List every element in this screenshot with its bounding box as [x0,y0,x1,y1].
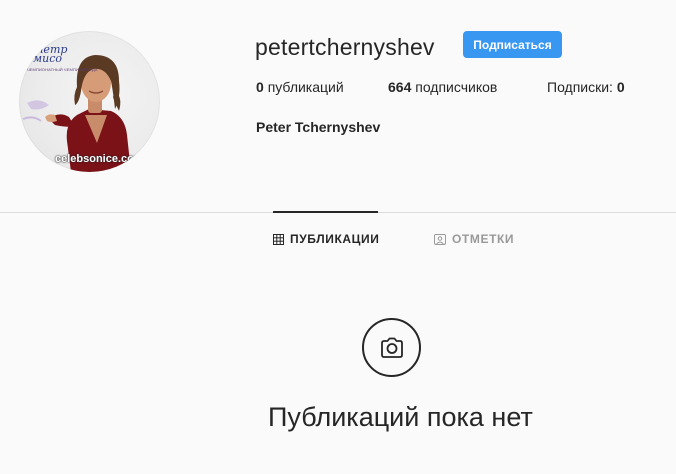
stat-following-count: 0 [616,79,625,95]
tab-posts-label: ПУБЛИКАЦИИ [290,232,380,246]
avatar-subtitle-text: ЧЕМПИОНАТНЫЙ ЧЕМПИОН СЕДА [27,67,98,72]
follow-button[interactable]: Подписаться [463,31,562,58]
tab-posts[interactable]: ПУБЛИКАЦИИ [273,232,379,246]
stat-followers-count: 664 [388,79,412,95]
tab-tagged-label: ОТМЕТКИ [452,232,515,246]
camera-icon [380,337,403,358]
stat-posts-label: публикаций [267,79,344,95]
profile-avatar[interactable]: тетр мисо ЧЕМПИОНАТНЫЙ ЧЕМПИОН СЕДА cele… [19,31,160,172]
tagged-icon [434,233,446,245]
stat-followers[interactable]: 664 подписчиков [388,79,497,95]
avatar-logo-text: тетр мисо [33,43,68,65]
grid-icon [273,233,284,245]
stat-following[interactable]: Подписки: 0 [547,79,625,95]
tab-tagged[interactable]: ОТМЕТКИ [434,232,514,246]
stat-posts-count: 0 [256,79,264,95]
profile-full-name: Peter Tchernyshev [256,119,381,135]
avatar-watermark: celebsonice.com [55,153,144,165]
profile-username: petertchernyshev [255,34,435,60]
empty-state-text: Публикаций пока нет [268,402,533,432]
empty-state-circle [362,318,421,377]
stat-followers-label: подписчиков [415,79,498,95]
stat-posts: 0 публикаций [256,79,344,95]
active-tab-indicator [273,211,378,213]
stat-following-label: Подписки: [547,79,613,95]
